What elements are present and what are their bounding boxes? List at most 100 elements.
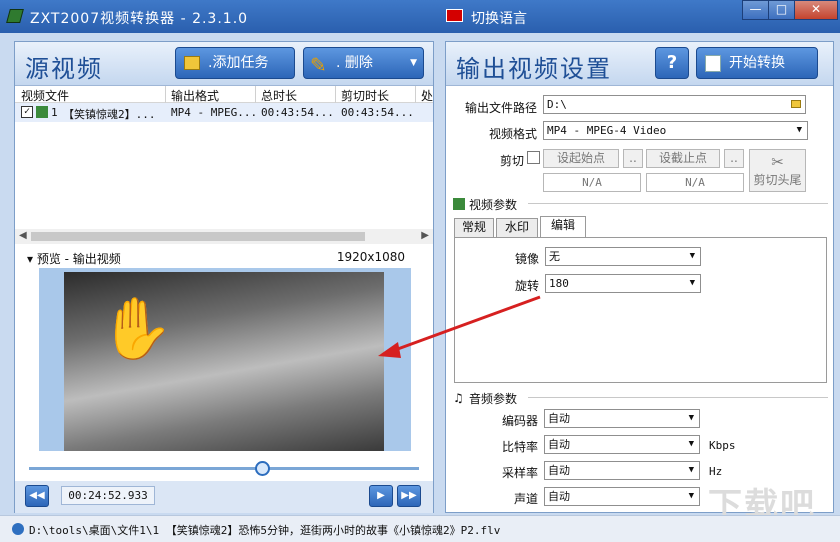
- set-end-button[interactable]: 设截止点: [646, 149, 720, 168]
- output-path-value: D:\: [547, 98, 567, 111]
- samplerate-select[interactable]: 自动 ▼: [544, 461, 700, 480]
- row-cut-duration: 00:43:54...: [341, 106, 414, 119]
- table-header: 视频文件 输出格式 总时长 剪切时长 处: [15, 86, 433, 103]
- music-note-icon: ♫: [453, 391, 464, 405]
- scissors-icon: ✂: [771, 153, 784, 171]
- playback-slider[interactable]: [29, 461, 419, 476]
- start-more-button[interactable]: ..: [623, 149, 643, 168]
- column-header-cut-duration[interactable]: 剪切时长: [341, 87, 389, 104]
- column-header-format[interactable]: 输出格式: [171, 87, 219, 104]
- source-panel-header: 源视频 .添加任务 ✎ . 删除 ▼: [15, 42, 433, 86]
- column-header-duration[interactable]: 总时长: [261, 87, 297, 104]
- samplerate-value: 自动: [548, 464, 570, 477]
- encoder-value: 自动: [548, 412, 570, 425]
- title-bar: ZXT2007视频转换器 - 2.3.1.0 切换语言 — □ ✕: [0, 0, 840, 33]
- cut-head-tail-button[interactable]: ✂ 剪切头尾: [749, 149, 806, 192]
- help-button[interactable]: ?: [655, 47, 689, 79]
- fast-forward-button[interactable]: ▶▶: [397, 485, 421, 507]
- browse-folder-icon[interactable]: [791, 100, 801, 108]
- folder-icon: [184, 56, 200, 70]
- chevron-down-icon: ▼: [689, 251, 695, 261]
- audio-params-title: 音频参数: [469, 392, 518, 406]
- row-file-name: 【笑镇惊魂2】...: [63, 108, 156, 121]
- rewind-button[interactable]: ◀◀: [25, 485, 49, 507]
- bitrate-label: 比特率: [501, 440, 538, 454]
- scroll-right-icon[interactable]: ▶: [421, 230, 429, 241]
- broom-icon: ✎: [310, 53, 327, 77]
- delete-button[interactable]: ✎ . 删除 ▼: [303, 47, 424, 79]
- output-settings-panel: 输出视频设置 ? 开始转换 输出文件路径 D:\ 视频格式 MP4 - MPEG…: [445, 41, 834, 513]
- file-table: 视频文件 输出格式 总时长 剪切时长 处 ✓ 1 【笑镇惊魂2】... MP4 …: [15, 86, 433, 122]
- current-time: 00:24:52.933: [61, 486, 155, 505]
- close-button[interactable]: ✕: [794, 0, 838, 20]
- scroll-left-icon[interactable]: ◀: [19, 230, 27, 241]
- flag-icon[interactable]: [446, 9, 463, 22]
- video-format-value: MP4 - MPEG-4 Video: [547, 124, 667, 137]
- mirror-select[interactable]: 无 ▼: [545, 247, 701, 266]
- row-checkbox[interactable]: ✓: [21, 106, 33, 118]
- video-format-select[interactable]: MP4 - MPEG-4 Video ▼: [543, 121, 808, 140]
- set-start-button[interactable]: 设起始点: [543, 149, 619, 168]
- encoder-select[interactable]: 自动 ▼: [544, 409, 700, 428]
- start-convert-label: 开始转换: [729, 55, 785, 71]
- video-params-icon: [453, 198, 465, 210]
- bitrate-select[interactable]: 自动 ▼: [544, 435, 700, 454]
- start-convert-button[interactable]: 开始转换: [696, 47, 818, 79]
- cut-head-tail-label: 剪切头尾: [753, 173, 802, 187]
- mirror-label: 镜像: [514, 252, 539, 266]
- window-title: ZXT2007视频转换器 - 2.3.1.0: [30, 11, 249, 27]
- chevron-down-icon: ▼: [688, 491, 694, 501]
- tab-watermark[interactable]: 水印: [496, 218, 538, 237]
- end-more-button[interactable]: ..: [724, 149, 744, 168]
- table-row[interactable]: ✓ 1 【笑镇惊魂2】... MP4 - MPEG... 00:43:54...…: [15, 103, 433, 122]
- source-video-panel: 源视频 .添加任务 ✎ . 删除 ▼ 视频文件 输出格式 总时长 剪切时长 处 …: [14, 41, 434, 513]
- tab-general[interactable]: 常规: [454, 218, 494, 237]
- samplerate-label: 采样率: [501, 466, 538, 480]
- output-panel-header: 输出视频设置 ? 开始转换: [446, 42, 833, 86]
- cut-label: 剪切: [499, 154, 524, 168]
- preview-header: ▾ 预览 - 输出视频 1920x1080: [15, 246, 433, 266]
- row-duration: 00:43:54...: [261, 106, 334, 119]
- column-header-file[interactable]: 视频文件: [21, 87, 69, 104]
- edit-tab-content: 镜像 无 ▼ 旋转 180 ▼: [454, 237, 827, 383]
- rotate-select[interactable]: 180 ▼: [545, 274, 701, 293]
- bitrate-value: 自动: [548, 438, 570, 451]
- delete-label: . 删除: [336, 55, 373, 71]
- output-path-field[interactable]: D:\: [543, 95, 806, 114]
- playback-controls: ◀◀ 00:24:52.933 ▶ ▶▶: [15, 481, 433, 513]
- maximize-button[interactable]: □: [768, 0, 795, 20]
- info-icon: [12, 523, 24, 535]
- add-task-button[interactable]: .添加任务: [175, 47, 295, 79]
- status-text: D:\tools\桌面\文件1\1 【笑镇惊魂2】恐怖5分钟，逛街两小时的故事《…: [29, 524, 501, 537]
- channel-value: 自动: [548, 490, 570, 503]
- play-button[interactable]: ▶: [369, 485, 393, 507]
- video-params-divider: [528, 203, 828, 204]
- video-format-label: 视频格式: [488, 127, 537, 141]
- convert-icon: [705, 55, 721, 72]
- dropdown-arrow-icon[interactable]: ▼: [410, 48, 417, 78]
- tab-edit[interactable]: 编辑: [540, 216, 586, 237]
- hand-cursor-icon: ✋: [99, 294, 174, 364]
- column-header-status[interactable]: 处: [421, 87, 433, 104]
- preview-label[interactable]: ▾ 预览 - 输出视频: [27, 250, 121, 267]
- rotate-value: 180: [549, 277, 569, 290]
- start-point-field: N/A: [543, 173, 641, 192]
- row-format: MP4 - MPEG...: [171, 106, 258, 119]
- minimize-button[interactable]: —: [742, 0, 769, 20]
- row-index: 1: [51, 106, 58, 119]
- horizontal-scrollbar[interactable]: ◀ ▶: [15, 229, 433, 244]
- output-settings-title: 输出视频设置: [456, 55, 612, 83]
- chevron-down-icon: ▼: [689, 278, 695, 288]
- encoder-label: 编码器: [501, 414, 538, 428]
- channel-label: 声道: [513, 492, 538, 506]
- switch-language-button[interactable]: 切换语言: [471, 8, 527, 28]
- audio-params-divider: [528, 397, 828, 398]
- channel-select[interactable]: 自动 ▼: [544, 487, 700, 506]
- status-bar: D:\tools\桌面\文件1\1 【笑镇惊魂2】恐怖5分钟，逛街两小时的故事《…: [0, 515, 840, 542]
- add-task-label: .添加任务: [208, 55, 269, 71]
- source-video-title: 源视频: [25, 55, 103, 83]
- bitrate-unit: Kbps: [709, 439, 736, 452]
- scrollbar-thumb[interactable]: [31, 232, 365, 241]
- cut-checkbox[interactable]: [527, 151, 540, 164]
- slider-knob[interactable]: [255, 461, 270, 476]
